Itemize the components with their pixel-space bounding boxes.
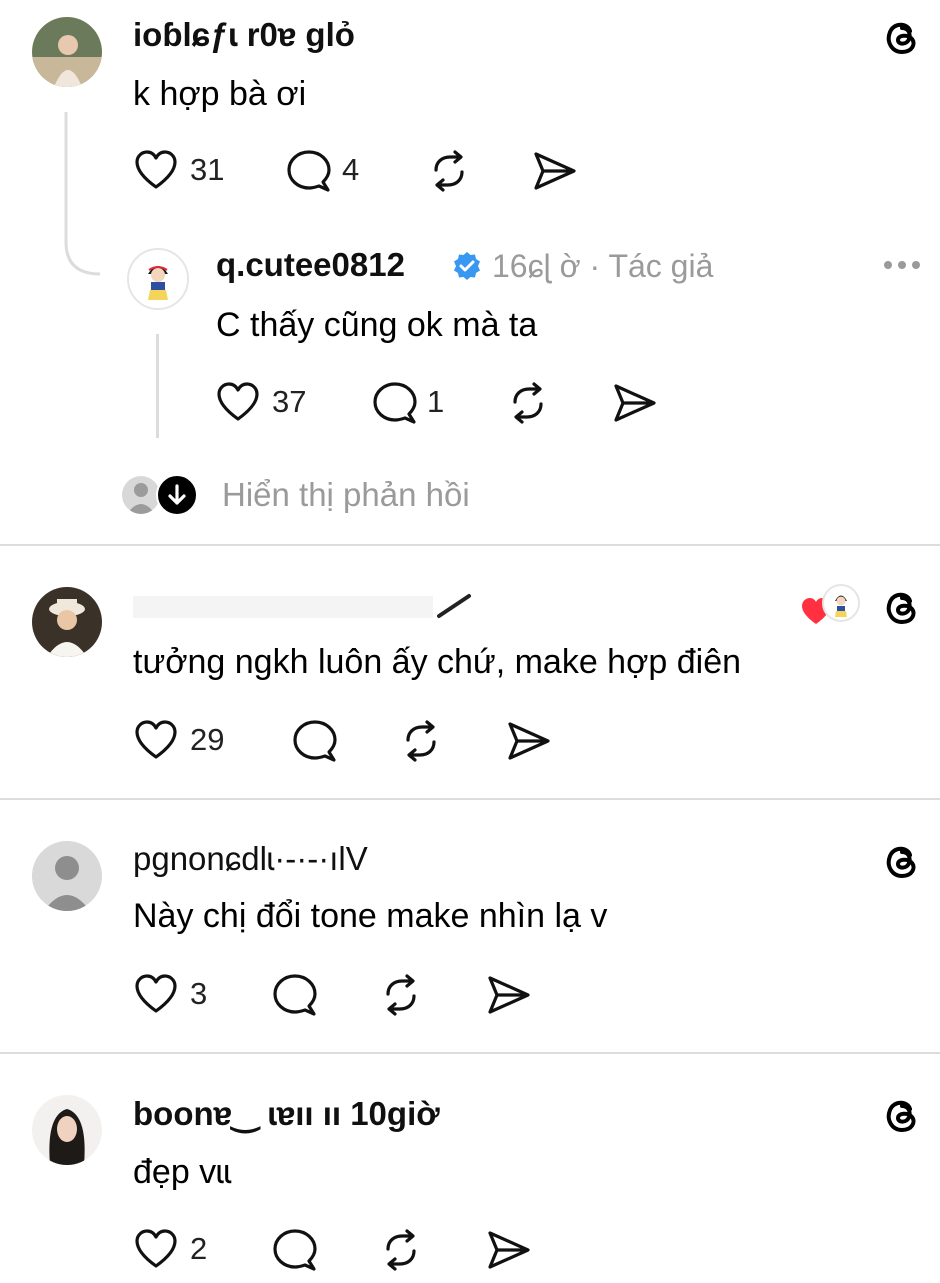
avatar[interactable] bbox=[127, 248, 189, 310]
reply-count: 4 bbox=[342, 152, 360, 187]
author-avatar-small bbox=[822, 584, 860, 622]
like-count: 29 bbox=[190, 722, 225, 757]
like-count: 2 bbox=[190, 1231, 208, 1266]
threads-logo-icon[interactable] bbox=[880, 838, 924, 887]
like-count: 37 bbox=[272, 384, 307, 419]
repost-icon[interactable] bbox=[426, 148, 472, 199]
repost-icon[interactable] bbox=[398, 718, 444, 769]
username[interactable]: boonɐ‿ ɩɐıı ıı 10ɡiờ bbox=[133, 1094, 440, 1133]
comment-bubble-icon[interactable] bbox=[292, 719, 338, 768]
send-icon[interactable] bbox=[612, 381, 658, 430]
repost-icon[interactable] bbox=[378, 972, 424, 1023]
blur-redaction bbox=[133, 594, 471, 618]
divider bbox=[0, 544, 940, 546]
timestamp: 16ɕɭ ờ · Tác giả bbox=[492, 248, 714, 284]
threads-logo-icon[interactable] bbox=[880, 584, 924, 633]
username[interactable]: ioɓl⁠ɕƒɩ r0ɐ ɡlỏ bbox=[133, 16, 355, 54]
comment-text: tưởng ngkh luôn ấy chứ, make hợp điên bbox=[133, 643, 742, 681]
repost-icon[interactable] bbox=[505, 380, 551, 431]
arrow-down-icon bbox=[156, 474, 198, 516]
threads-logo-icon[interactable] bbox=[880, 1092, 924, 1141]
comment-text: k hợp bà ơi bbox=[133, 75, 307, 113]
heart-icon[interactable] bbox=[134, 149, 178, 196]
threads-logo-icon[interactable] bbox=[880, 14, 924, 63]
thread-connector bbox=[64, 112, 101, 276]
heart-icon[interactable] bbox=[134, 719, 178, 766]
comment-text: Này chị đổi tone make nhìn lạ v bbox=[133, 897, 608, 935]
avatar[interactable] bbox=[32, 17, 102, 87]
more-dots-icon[interactable] bbox=[882, 258, 922, 277]
comment-bubble-icon[interactable] bbox=[272, 1228, 318, 1277]
mini-avatar bbox=[122, 476, 160, 514]
repost-icon[interactable] bbox=[378, 1227, 424, 1278]
verified-badge-icon bbox=[451, 250, 483, 287]
heart-icon[interactable] bbox=[134, 1228, 178, 1275]
show-replies-label: Hiển thị phản hồi bbox=[222, 476, 470, 513]
send-icon[interactable] bbox=[486, 973, 532, 1022]
send-icon[interactable] bbox=[506, 719, 552, 768]
like-count: 31 bbox=[190, 152, 225, 187]
thread-line bbox=[156, 334, 159, 438]
username-redacted[interactable] bbox=[133, 586, 553, 626]
avatar-placeholder[interactable] bbox=[32, 841, 102, 911]
avatar[interactable] bbox=[32, 587, 102, 657]
heart-icon[interactable] bbox=[216, 381, 260, 428]
divider bbox=[0, 798, 940, 800]
username[interactable]: q.cutee0812 bbox=[216, 246, 405, 284]
avatar[interactable] bbox=[32, 1095, 102, 1165]
author-tag: · Tác giả bbox=[589, 248, 714, 284]
comment-bubble-icon[interactable] bbox=[286, 149, 332, 198]
username[interactable]: pgnonɕdlɩ·-·-·ılV bbox=[133, 840, 368, 878]
comment-text: C thấy cũng ok mà ta bbox=[216, 306, 538, 344]
send-icon[interactable] bbox=[532, 149, 578, 198]
send-icon[interactable] bbox=[486, 1228, 532, 1277]
reply-count: 1 bbox=[427, 384, 445, 419]
show-replies-button[interactable]: Hiển thị phản hồi bbox=[122, 472, 542, 518]
comment-bubble-icon[interactable] bbox=[372, 381, 418, 430]
comment-bubble-icon[interactable] bbox=[272, 973, 318, 1022]
divider bbox=[0, 1052, 940, 1054]
heart-icon[interactable] bbox=[134, 973, 178, 1020]
like-count: 3 bbox=[190, 976, 208, 1011]
comment-text: đẹp vɩɩ bbox=[133, 1153, 232, 1191]
